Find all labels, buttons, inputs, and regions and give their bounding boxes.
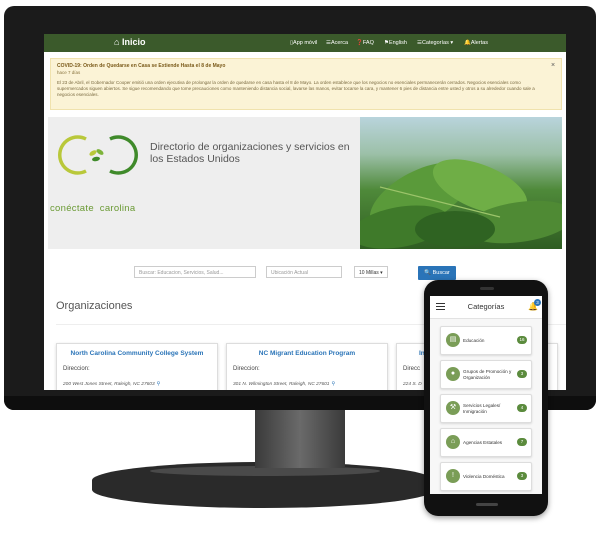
org-address-text: 301 N. Wilmington Street, Raleigh, NC 27… [233,382,330,387]
org-card[interactable]: NC Migrant Education Program Direccion: … [226,343,388,390]
book-icon: ▤ [446,333,460,347]
alert-icon: ! [446,469,460,483]
nav-alertas-label: Alertas [470,40,488,46]
building-icon: ⌂ [446,435,460,449]
bell-icon: 🔔 [464,40,471,46]
caret-down-icon: ▾ [450,40,454,46]
category-label: Grupos de Promoción y Organización [463,369,512,380]
distance-value: 10 Millas [359,270,379,276]
address-label: Direcc [403,366,421,372]
monitor-stand [255,410,345,468]
category-label: Servicios Legales/ Inmigración [463,403,501,414]
category-count: 7 [517,438,527,446]
close-icon[interactable]: × [551,62,555,69]
nav-app-movil[interactable]: ▯App móvil [290,40,317,46]
brand-name-part-2: carolina [99,203,136,214]
org-card[interactable]: North Carolina Community College System … [56,343,218,390]
notification-badge: 3 [534,299,541,306]
category-item[interactable]: ● Grupos de Promoción y Organización 3 [440,360,532,389]
nav-faq[interactable]: ❓FAQ [356,40,374,46]
search-input[interactable]: Buscar: Educacion, Servicios, Salud... [134,266,256,278]
address-label: Direccion: [63,366,90,372]
category-item[interactable]: ⌂ Agencias Estatales 7 [440,428,532,457]
search-icon: 🔍 [424,270,432,276]
org-address: 200 West Jones Street, Raleigh, NC 27603… [63,382,160,387]
org-address: 224 S. D [403,382,422,387]
category-item[interactable]: ⚒ Servicios Legales/ Inmigración 4 [440,394,532,423]
address-label: Direccion: [233,366,260,372]
hero-banner: conéctate carolina Directorio de organiz… [48,117,562,249]
chat-icon: ● [446,367,460,381]
org-name[interactable]: NC Migrant Education Program [227,350,387,357]
category-label: Educación [463,337,485,343]
nav-home-label: Inicio [121,37,146,47]
caret-down-icon: ▾ [380,270,383,276]
search-button[interactable]: 🔍 Buscar [418,266,456,280]
nav-app-movil-label: App móvil [293,40,318,46]
phone-speaker [480,287,494,290]
brand-name: conéctate carolina [50,203,135,214]
plant-icon [360,159,562,249]
section-title: Organizaciones [56,300,133,312]
org-name[interactable]: North Carolina Community College System [57,350,217,357]
question-icon: ❓ [356,40,363,46]
map-pin-icon[interactable]: ⚲ [331,382,335,387]
alert-title: COVID-19: Orden de Quedarse en Casa se E… [57,63,226,69]
alert-time: hace 7 días [57,70,81,75]
home-icon: ⌂ [114,37,120,47]
category-count: 4 [517,404,527,412]
brand-name-part-1: conéctate [50,203,94,214]
category-count: 16 [517,336,527,344]
gavel-icon: ⚒ [446,401,460,415]
org-address-text: 200 West Jones Street, Raleigh, NC 27603 [63,382,155,387]
nav-categorias[interactable]: ☰Categorías ▾ [417,40,453,46]
distance-select[interactable]: 10 Millas ▾ [354,266,388,278]
category-count: 3 [517,472,527,480]
alert-body: El 23 de Abril, el Gobernador Cooper emi… [57,80,535,97]
location-input[interactable]: Ubicación Actual [266,266,342,278]
mobile-screen: Categorías 🔔 3 ▤ Educación 16 ● Grupos d… [430,296,542,494]
nav-acerca-label: Acerca [330,40,349,46]
phone-home-bar [476,503,498,506]
nav-english-label: English [388,40,407,46]
nav-categorias-label: Categorías [421,40,449,46]
navbar: ⌂ Inicio ▯App móvil ☰Acerca ❓FAQ ⚑Englis… [44,34,566,52]
nav-alertas[interactable]: 🔔Alertas [464,40,488,46]
tobacco-field-image [360,117,562,249]
category-count: 3 [517,370,527,378]
covid-alert: COVID-19: Orden de Quedarse en Casa se E… [50,58,562,110]
nav-home[interactable]: ⌂ Inicio [114,37,145,47]
mobile-header: Categorías 🔔 3 [430,296,542,319]
mobile-title: Categorías [467,302,505,311]
nav-acerca[interactable]: ☰Acerca [326,40,348,46]
org-address: 301 N. Wilmington Street, Raleigh, NC 27… [233,382,335,387]
map-pin-icon[interactable]: ⚲ [157,382,161,387]
search-button-label: Buscar [432,270,450,276]
category-item[interactable]: ! Violencia Doméstica 3 [440,462,532,491]
logo-icon [58,135,138,175]
hero-title: Directorio de organizaciones y servicios… [150,141,350,165]
nav-english[interactable]: ⚑English [384,40,407,46]
category-item[interactable]: ▤ Educación 16 [440,326,532,355]
category-label: Violencia Doméstica [463,473,505,479]
category-label: Agencias Estatales [463,439,503,445]
nav-faq-label: FAQ [362,40,374,46]
